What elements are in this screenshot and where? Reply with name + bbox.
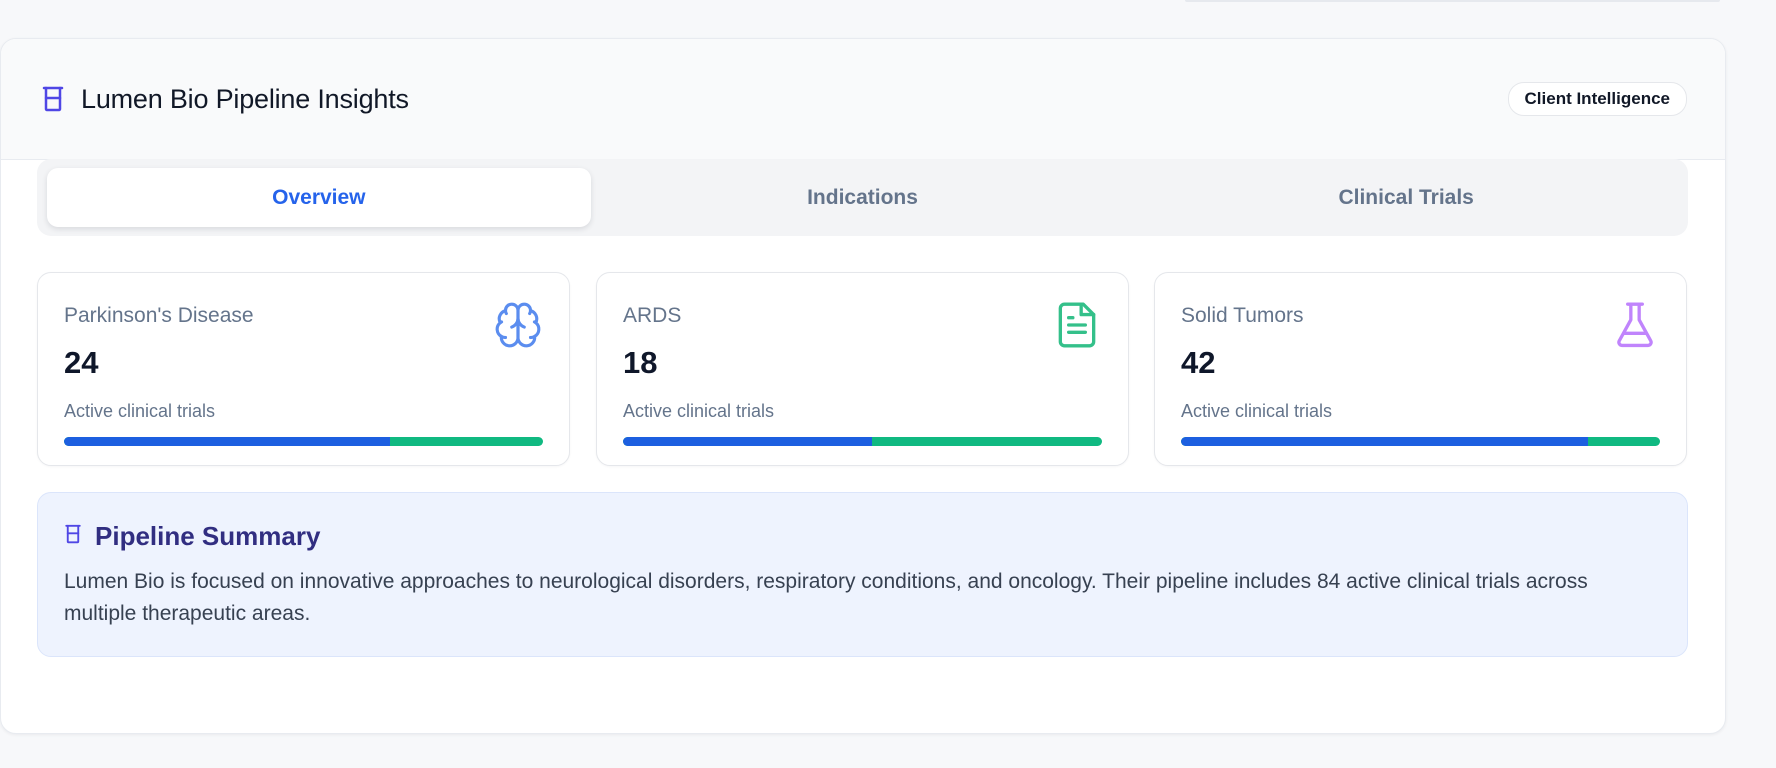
tab-bar: Overview Indications Clinical Trials: [37, 159, 1688, 236]
page-title: Lumen Bio Pipeline Insights: [81, 83, 409, 114]
summary-header: Pipeline Summary: [64, 521, 1661, 552]
stat-label: Solid Tumors: [1181, 304, 1304, 327]
progress-bar: [623, 437, 1102, 446]
stat-label: Parkinson's Disease: [64, 304, 254, 327]
progress-bar: [1181, 437, 1660, 446]
beaker-icon: [41, 85, 65, 113]
progress-fill: [623, 437, 873, 446]
summary-title: Pipeline Summary: [95, 521, 321, 551]
brain-icon: [493, 300, 543, 350]
flask-icon: [1610, 300, 1660, 350]
stat-sub: Active clinical trials: [623, 401, 775, 421]
stat-value: 24: [64, 345, 99, 380]
stat-card-ards: ARDS 18 Active clinical trials: [596, 272, 1129, 466]
card-header: Lumen Bio Pipeline Insights Client Intel…: [1, 39, 1725, 160]
tab-indications[interactable]: Indications: [591, 168, 1135, 227]
progress-fill: [64, 437, 390, 446]
tab-clinical-trials[interactable]: Clinical Trials: [1134, 168, 1678, 227]
top-strip: [1185, 0, 1720, 2]
progress-bar: [64, 437, 543, 446]
stat-value: 42: [1181, 345, 1216, 380]
pipeline-summary: Pipeline Summary Lumen Bio is focused on…: [37, 492, 1688, 657]
stat-value: 18: [623, 345, 658, 380]
beaker-icon: [64, 523, 82, 550]
tab-overview[interactable]: Overview: [47, 168, 591, 227]
progress-fill: [1181, 437, 1589, 446]
summary-text: Lumen Bio is focused on innovative appro…: [64, 570, 1588, 625]
stat-sub: Active clinical trials: [64, 401, 216, 421]
stat-card-solid-tumors: Solid Tumors 42 Active clinical trials: [1154, 272, 1687, 466]
header-left: Lumen Bio Pipeline Insights: [41, 84, 409, 115]
document-icon: [1052, 300, 1102, 350]
stat-card-parkinsons: Parkinson's Disease 24 Active clinical t…: [37, 272, 570, 466]
client-intelligence-badge: Client Intelligence: [1507, 82, 1687, 116]
stat-sub: Active clinical trials: [1181, 401, 1333, 421]
stat-label: ARDS: [623, 304, 682, 327]
